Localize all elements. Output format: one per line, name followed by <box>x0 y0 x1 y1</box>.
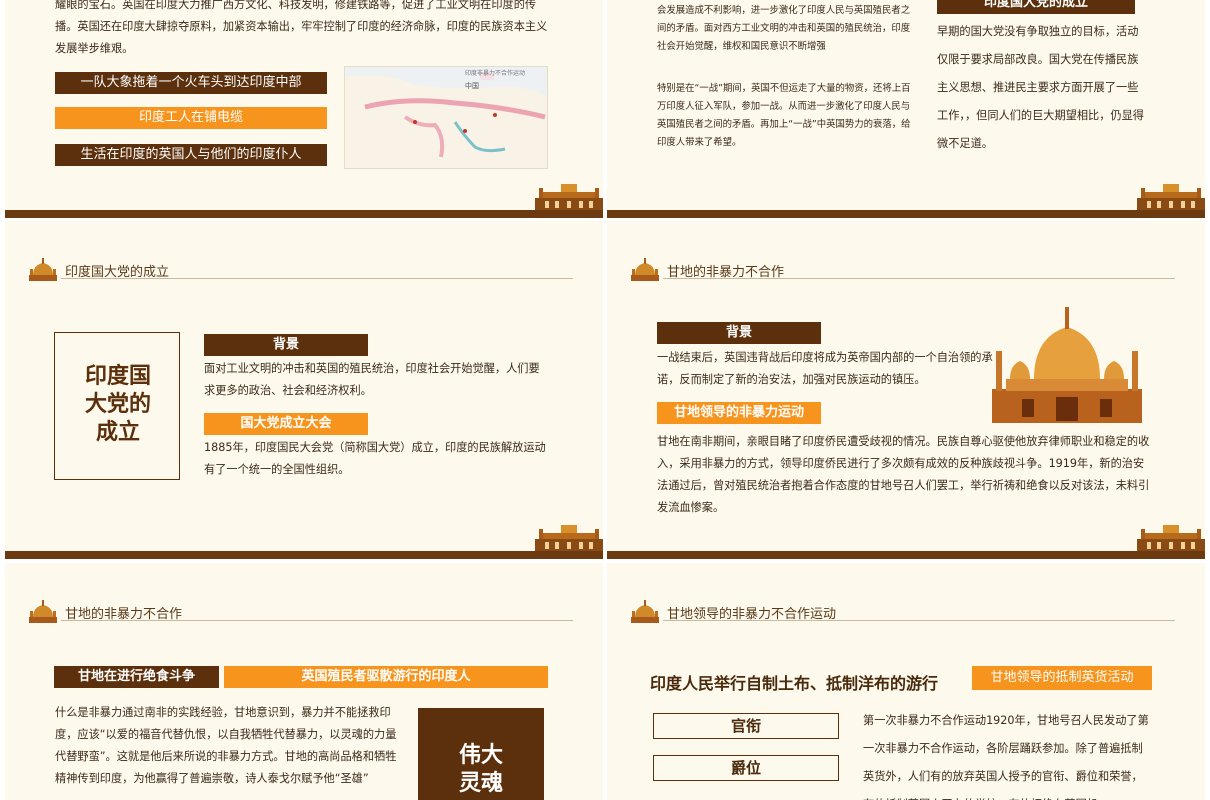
slide5-header: 甘地的非暴力不合作 <box>27 599 573 623</box>
slide2-text-bottom: 特别是在“一战”期间，英国不但运走了大量的物资，还将上百万印度人征入军队，参加一… <box>657 83 911 148</box>
dome-icon <box>27 257 59 281</box>
slide1-tag-elephant: 一队大象拖着一个火车头到达印度中部 <box>55 72 327 94</box>
slide3-box-title: 印度国大党的成立 <box>84 364 151 445</box>
slide6-body-text: 第一次非暴力不合作运动1920年，甘地号召人民发动了第一次非暴力不合作运动，各阶… <box>863 714 1149 800</box>
slide-thumbnail-5[interactable]: 甘地的非暴力不合作 甘地在进行绝食斗争 英国殖民者驱散游行的印度人 什么是非暴力… <box>5 563 603 800</box>
dome-icon <box>629 599 661 623</box>
slide-thumbnail-6[interactable]: 甘地领导的非暴力不合作运动 印度人民举行自制土布、抵制洋布的游行 甘地领导的抵制… <box>607 563 1205 800</box>
slide5-tag-dispersal: 英国殖民者驱散游行的印度人 <box>224 666 548 688</box>
dome-icon <box>27 599 59 623</box>
slide5-tag-hunger-strike: 甘地在进行绝食斗争 <box>54 666 219 688</box>
slide-bottom-bar <box>607 210 1205 218</box>
taj-mahal-image <box>992 307 1142 423</box>
slide4-text-gandhi: 甘地在南非期间，亲眼目睹了印度侨民遭受歧视的情况。民族自尊心驱使他放弃律师职业和… <box>657 435 1150 514</box>
palace-decoration-icon <box>1137 182 1205 210</box>
slide6-tag-boycott: 甘地领导的抵制英货活动 <box>972 666 1152 690</box>
india-map-image: 印度非暴力不合作运动 中国 <box>344 66 548 169</box>
slide6-box-peerage: 爵位 <box>653 755 839 781</box>
slide1-body-text: 耀眼的宝石。英国在印度大力推广西方文化、科技发明，修建铁路等，促进了工业文明在印… <box>55 0 548 55</box>
slide3-text-congress: 1885年，印度国民大会党（简称国大党）成立，印度的民族解放运动有了一个统一的全… <box>204 441 546 476</box>
slide4-tag-gandhi-movement: 甘地领导的非暴力运动 <box>657 402 821 424</box>
palace-decoration-icon <box>1137 523 1205 551</box>
slide-thumbnail-4[interactable]: 甘地的非暴力不合作 背景 一战结束后，英国违背战后印度将成为英帝国内部的一个自治… <box>607 221 1205 559</box>
slide6-box-titles: 官衔 <box>653 713 839 739</box>
header-rule <box>663 620 1175 621</box>
header-rule <box>663 278 1175 279</box>
slide2-tag-congress: 印度国大党的成立 <box>937 0 1135 14</box>
slide4-text-background: 一战结束后，英国违背战后印度将成为英帝国内部的一个自治领的承诺，反而制定了新的治… <box>657 351 993 386</box>
slide2-text-top: 会发展造成不利影响，进一步激化了印度人民与英国殖民者之间的矛盾。面对西方工业文明… <box>657 5 911 52</box>
slide1-tag-servants: 生活在印度的英国人与他们的印度仆人 <box>55 144 327 166</box>
slide-thumbnail-1[interactable]: 耀眼的宝石。英国在印度大力推广西方文化、科技发明，修建铁路等，促进了工业文明在印… <box>5 0 603 218</box>
dome-icon <box>629 257 661 281</box>
header-rule <box>61 278 573 279</box>
slide3-text-background: 面对工业文明的冲击和英国的殖民统治，印度社会开始觉醒，人们要求更多的政治、社会和… <box>204 362 540 397</box>
slide3-tag-congress-meeting: 国大党成立大会 <box>204 413 368 435</box>
slide3-tag-background: 背景 <box>204 334 368 356</box>
slide2-right-text: 早期的国大党没有争取独立的目标，活动仅限于要求局部改良。国大党在传播民族主义思想… <box>937 25 1144 150</box>
slide5-great-soul-box: 伟大灵魂 <box>418 708 544 800</box>
map-label-china: 中国 <box>465 82 479 90</box>
slide3-title-box: 印度国大党的成立 <box>54 332 180 480</box>
slide6-header: 甘地领导的非暴力不合作运动 <box>629 599 1175 623</box>
slide4-tag-background: 背景 <box>657 322 821 344</box>
slide4-header: 甘地的非暴力不合作 <box>629 257 1175 281</box>
palace-decoration-icon <box>535 523 603 551</box>
slide-thumbnail-2[interactable]: 会发展造成不利影响，进一步激化了印度人民与英国殖民者之间的矛盾。面对西方工业文明… <box>607 0 1205 218</box>
map-graphic <box>345 67 547 168</box>
slide3-header: 印度国大党的成立 <box>27 257 573 281</box>
slide1-tag-workers: 印度工人在铺电缆 <box>55 107 327 129</box>
slide-bottom-bar <box>5 210 603 218</box>
map-caption: 印度非暴力不合作运动 <box>465 70 526 77</box>
slide5-box-title: 伟大灵魂 <box>458 743 503 796</box>
slide-bottom-bar <box>5 551 603 559</box>
slide5-body-text: 什么是非暴力通过南非的实践经验，甘地意识到，暴力并不能拯救印度，应该“以爱的福音… <box>55 706 397 785</box>
slide-bottom-bar <box>607 551 1205 559</box>
palace-decoration-icon <box>535 182 603 210</box>
slide6-headline: 印度人民举行自制土布、抵制洋布的游行 <box>650 674 939 693</box>
header-rule <box>61 620 573 621</box>
slide-thumbnail-3[interactable]: 印度国大党的成立 印度国大党的成立 背景 面对工业文明的冲击和英国的殖民统治，印… <box>5 221 603 559</box>
